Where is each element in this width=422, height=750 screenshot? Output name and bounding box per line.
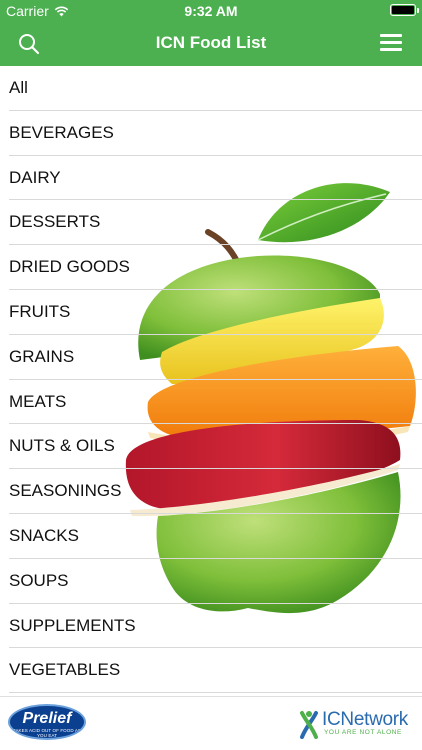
ribbon-icon bbox=[300, 711, 318, 739]
prelief-logo[interactable]: Prelief TAKES ACID OUT OF FOOD AS YOU EA… bbox=[8, 704, 88, 744]
category-item-all[interactable]: All bbox=[0, 66, 422, 111]
category-list: All BEVERAGES DAIRY DESSERTS DRIED GOODS… bbox=[0, 66, 422, 693]
category-label: MEATS bbox=[9, 391, 67, 411]
category-item-desserts[interactable]: DESSERTS bbox=[0, 200, 422, 245]
prelief-badge: Prelief TAKES ACID OUT OF FOOD AS YOU EA… bbox=[8, 704, 86, 740]
category-item-meats[interactable]: MEATS bbox=[0, 380, 422, 425]
category-item-vegetables[interactable]: VEGETABLES bbox=[0, 648, 422, 693]
category-list-area: All BEVERAGES DAIRY DESSERTS DRIED GOODS… bbox=[0, 66, 422, 696]
category-label: SEASONINGS bbox=[9, 481, 122, 501]
category-label: DAIRY bbox=[9, 167, 61, 187]
category-label: SUPPLEMENTS bbox=[9, 615, 136, 635]
hamburger-menu-icon[interactable] bbox=[380, 34, 402, 54]
icnetwork-tagline: YOU ARE NOT ALONE bbox=[324, 729, 402, 736]
category-item-seasonings[interactable]: SEASONINGS bbox=[0, 469, 422, 514]
category-label: DESSERTS bbox=[9, 212, 101, 232]
category-label: DRIED GOODS bbox=[9, 257, 130, 277]
category-label: GRAINS bbox=[9, 346, 75, 366]
category-item-grains[interactable]: GRAINS bbox=[0, 335, 422, 380]
icnetwork-name: ICNetwork bbox=[322, 709, 408, 730]
category-item-supplements[interactable]: SUPPLEMENTS bbox=[0, 604, 422, 649]
category-item-snacks[interactable]: SNACKS bbox=[0, 514, 422, 559]
category-item-soups[interactable]: SOUPS bbox=[0, 559, 422, 604]
page-title: ICN Food List bbox=[155, 33, 267, 52]
category-item-beverages[interactable]: BEVERAGES bbox=[0, 111, 422, 156]
category-label: BEVERAGES bbox=[9, 122, 114, 142]
status-bar: Carrier 9:32 AM bbox=[0, 0, 422, 22]
prelief-name: Prelief bbox=[22, 710, 72, 727]
category-item-dairy[interactable]: DAIRY bbox=[0, 156, 422, 201]
category-item-nuts-oils[interactable]: NUTS & OILS bbox=[0, 424, 422, 469]
category-label: NUTS & OILS bbox=[9, 436, 115, 456]
battery-indicator bbox=[390, 4, 419, 16]
icnetwork-logo[interactable]: ICNetwork YOU ARE NOT ALONE bbox=[296, 709, 414, 739]
category-label: All bbox=[9, 78, 28, 97]
category-label: SOUPS bbox=[9, 570, 69, 590]
navigation-bar: ICN Food List bbox=[0, 22, 422, 66]
category-item-dried-goods[interactable]: DRIED GOODS bbox=[0, 245, 422, 290]
category-label: SNACKS bbox=[9, 525, 79, 545]
category-item-fruits[interactable]: FRUITS bbox=[0, 290, 422, 335]
sponsor-footer: Prelief TAKES ACID OUT OF FOOD AS YOU EA… bbox=[0, 696, 422, 750]
category-label: VEGETABLES bbox=[9, 660, 121, 680]
battery-icon bbox=[390, 4, 419, 16]
prelief-tagline: TAKES ACID OUT OF FOOD AS YOU EAT bbox=[12, 728, 82, 738]
category-label: FRUITS bbox=[9, 301, 71, 321]
clock: 9:32 AM bbox=[184, 3, 238, 19]
